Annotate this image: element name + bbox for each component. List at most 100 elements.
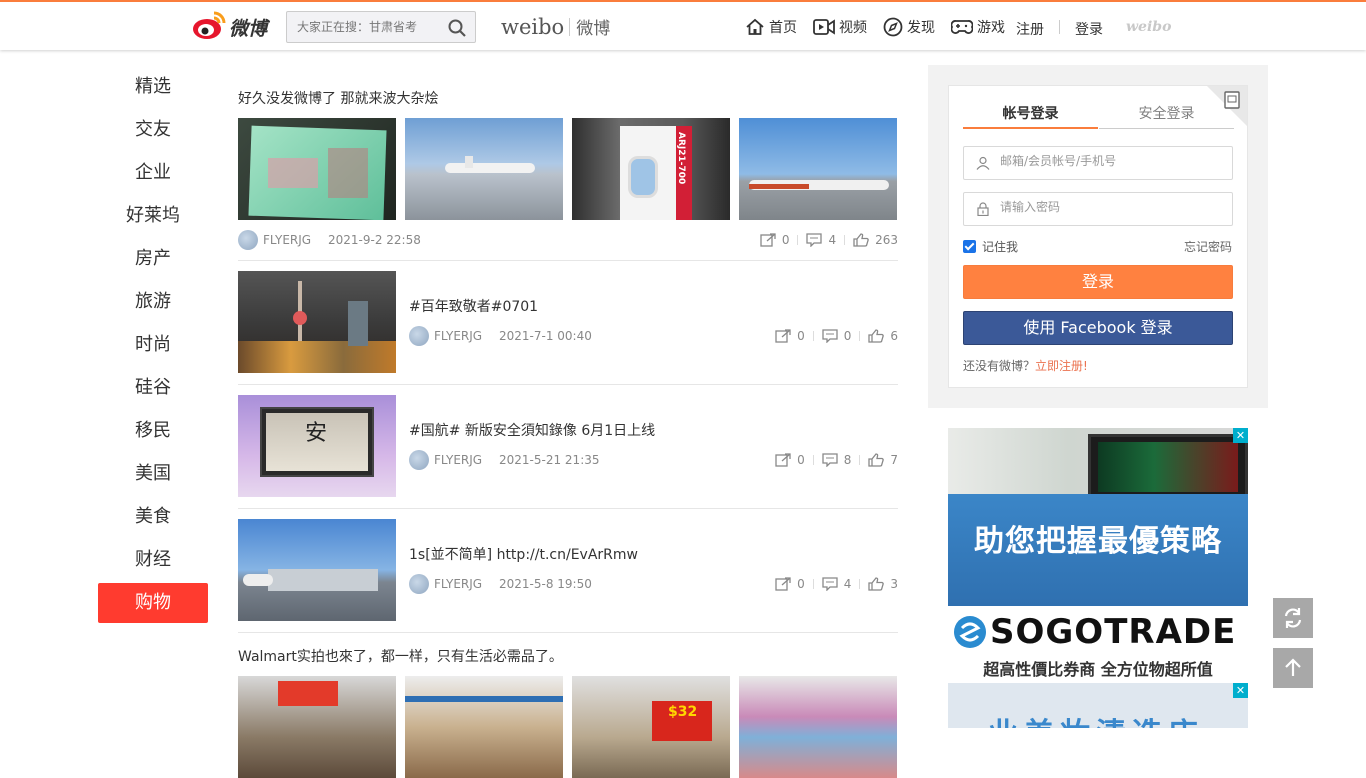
arrow-up-icon (1285, 658, 1301, 676)
weibo-logo[interactable]: 微博 (192, 9, 274, 43)
login-link[interactable]: 登录 (1075, 19, 1103, 39)
post-author[interactable]: FLYERJG (434, 453, 482, 467)
tab-account-login[interactable]: 帐号登录 (963, 103, 1098, 129)
top-navigation-bar: 微博 weibo 微博 首页 视频 发现 游戏 注册 登录 weibo (0, 0, 1366, 50)
sidebar-item-travel[interactable]: 旅游 (98, 280, 208, 323)
post-author[interactable]: FLYERJG (263, 233, 311, 247)
avatar[interactable] (409, 326, 429, 346)
like-button[interactable]: 3 (868, 577, 898, 591)
comment-button[interactable]: 4 (822, 577, 851, 591)
repost-button[interactable]: 0 (775, 453, 805, 467)
nav-discover[interactable]: 发现 (883, 17, 935, 37)
post-date[interactable]: 2021-5-21 21:35 (499, 453, 600, 467)
advertisement-sogotrade[interactable]: 助您把握最優策略 SOGOTRADE 超高性價比券商 全方位物超所值 ✕ (948, 428, 1248, 678)
ad-tagline: 超高性價比券商 全方位物超所值 (983, 660, 1213, 678)
sidebar-item-fashion[interactable]: 时尚 (98, 323, 208, 366)
post-image-terminal[interactable] (238, 519, 396, 621)
register-link[interactable]: 注册 (1016, 19, 1044, 39)
avatar[interactable] (238, 230, 258, 250)
sidebar-item-finance[interactable]: 财经 (98, 538, 208, 581)
login-button[interactable]: 登录 (963, 265, 1233, 299)
post-image-walmart-2[interactable] (405, 676, 563, 778)
post-text[interactable]: #百年致敬者#0701 (409, 296, 538, 316)
remember-me-label: 记住我 (982, 240, 1019, 254)
refresh-button[interactable] (1273, 598, 1313, 638)
username-input[interactable] (1000, 154, 1220, 168)
repost-count: 0 (781, 233, 790, 247)
search-icon[interactable] (447, 18, 467, 38)
sidebar-item-immigration[interactable]: 移民 (98, 409, 208, 452)
post-image-grid: $32 (238, 676, 898, 778)
post-text[interactable]: #国航# 新版安全須知錄像 6月1日上线 (409, 420, 655, 440)
post-text[interactable]: 好久没发微博了 那就来波大杂烩 (238, 88, 898, 107)
main-nav: 首页 视频 发现 游戏 (745, 16, 1021, 38)
sidebar-item-featured[interactable]: 精选 (98, 65, 208, 108)
post-image-walmart-1[interactable] (238, 676, 396, 778)
sidebar-item-shopping[interactable]: 购物 (98, 583, 208, 623)
ad-close-icon[interactable]: ✕ (1233, 428, 1248, 443)
sidebar-item-business[interactable]: 企业 (98, 151, 208, 194)
post-image-walmart-3[interactable]: $32 (572, 676, 730, 778)
repost-icon (775, 329, 791, 343)
post-author[interactable]: FLYERJG (434, 329, 482, 343)
repost-button[interactable]: 0 (775, 577, 805, 591)
post-card: 好久没发微博了 那就来波大杂烩 ARJ21-700 FLYERJG 2021-9… (238, 88, 898, 260)
search-input[interactable] (287, 12, 437, 42)
sidebar-item-food[interactable]: 美食 (98, 495, 208, 538)
ad-close-icon[interactable]: ✕ (1233, 683, 1248, 698)
sidebar-item-usa[interactable]: 美国 (98, 452, 208, 495)
nav-home[interactable]: 首页 (745, 17, 797, 37)
comment-button[interactable]: 8 (822, 453, 852, 467)
forgot-password-link[interactable]: 忘记密码 (1184, 238, 1232, 255)
post-date[interactable]: 2021-5-8 19:50 (499, 577, 592, 591)
sidebar-item-realestate[interactable]: 房产 (98, 237, 208, 280)
thumbs-up-icon (868, 577, 885, 591)
login-panel: 帐号登录 安全登录 记住我 忘记密码 登录 使用 Facebook 登录 还没有… (928, 65, 1268, 408)
like-button[interactable]: 7 (868, 453, 898, 467)
advertisement-beauty[interactable]: 业美妆清选店 ✕ (948, 683, 1248, 728)
nav-video[interactable]: 视频 (813, 17, 867, 37)
repost-count: 0 (797, 329, 805, 343)
tab-secure-login[interactable]: 安全登录 (1099, 103, 1234, 129)
post-stats: 0 8 7 (775, 453, 898, 467)
like-button[interactable]: 6 (868, 329, 898, 343)
post-date[interactable]: 2021-7-1 00:40 (499, 329, 592, 343)
post-text[interactable]: Walmart实拍也來了，都一样，只有生活必需品了。 (238, 646, 898, 665)
sidebar-item-siliconvalley[interactable]: 硅谷 (98, 366, 208, 409)
compass-icon (883, 17, 903, 37)
post-date[interactable]: 2021-9-2 22:58 (328, 233, 421, 247)
post-image-walmart-4[interactable] (739, 676, 897, 778)
image-label-price: $32 (668, 704, 698, 720)
password-input[interactable] (1000, 200, 1220, 214)
sidebar-item-dating[interactable]: 交友 (98, 108, 208, 151)
post-stats: 0 0 6 (775, 329, 898, 343)
comment-icon (806, 233, 823, 247)
post-image-aircraft-tarmac[interactable] (405, 118, 563, 220)
post-image-safety-video[interactable]: 安 (238, 395, 396, 497)
comment-button[interactable]: 0 (822, 329, 851, 343)
post-image-shanghai-tower[interactable] (238, 271, 396, 373)
remember-me-checkbox[interactable]: 记住我 (963, 238, 1018, 255)
image-label-an: 安 (305, 421, 328, 446)
register-now-link[interactable]: 立即注册! (1035, 359, 1088, 373)
sidebar-item-hollywood[interactable]: 好莱坞 (98, 194, 208, 237)
comment-count: 8 (843, 453, 852, 467)
post-author[interactable]: FLYERJG (434, 577, 482, 591)
post-image-jet-runway[interactable] (739, 118, 897, 220)
post-image-cabin-window[interactable]: ARJ21-700 (572, 118, 730, 220)
back-to-top-button[interactable] (1273, 648, 1313, 688)
post-meta: FLYERJG 2021-5-8 19:50 0 4 3 (409, 564, 898, 604)
avatar[interactable] (409, 450, 429, 470)
repost-button[interactable]: 0 (760, 233, 790, 247)
comment-button[interactable]: 4 (806, 233, 836, 247)
like-button[interactable]: 263 (853, 233, 898, 247)
avatar[interactable] (409, 574, 429, 594)
repost-icon (775, 453, 791, 467)
video-icon (813, 19, 835, 35)
nav-games[interactable]: 游戏 (951, 17, 1005, 37)
post-image-license[interactable] (238, 118, 396, 220)
post-text[interactable]: 1s[並不简单] http://t.cn/EvArRmw (409, 544, 638, 564)
repost-button[interactable]: 0 (775, 329, 805, 343)
post-card: 1s[並不简单] http://t.cn/EvArRmw FLYERJG 202… (238, 509, 898, 632)
facebook-login-button[interactable]: 使用 Facebook 登录 (963, 311, 1233, 345)
